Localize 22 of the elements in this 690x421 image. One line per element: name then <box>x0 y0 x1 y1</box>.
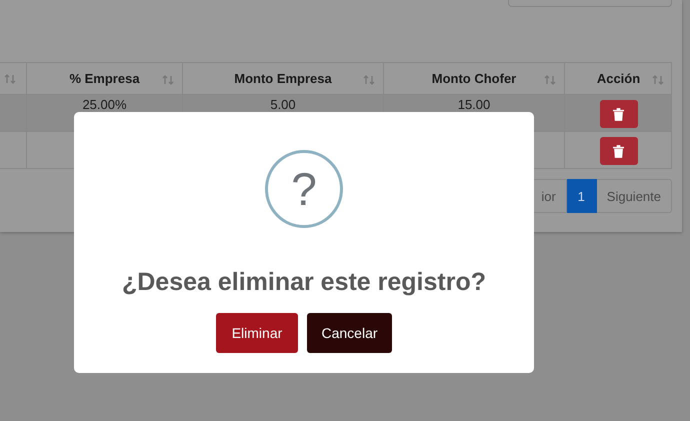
sort-icon[interactable] <box>162 75 174 85</box>
table-cell-text: 5.00 <box>270 98 296 114</box>
question-icon: ? <box>265 150 343 228</box>
table-cell-text: 25.00% <box>82 98 127 114</box>
cancel-button[interactable]: Cancelar <box>307 313 392 353</box>
page-button[interactable]: Siguiente <box>596 179 672 213</box>
trash-icon <box>613 144 624 158</box>
trash-icon <box>613 108 624 120</box>
column-header[interactable]: Monto Empresa <box>234 71 332 86</box>
delete-button[interactable] <box>600 137 638 165</box>
page-button[interactable]: 1 <box>566 179 597 213</box>
column-header[interactable]: Acción <box>596 71 640 86</box>
sort-icon[interactable] <box>652 75 664 85</box>
sort-icon[interactable] <box>544 75 556 85</box>
dialog-title: ¿Desea eliminar este registro? <box>122 268 486 297</box>
column-header[interactable]: Monto Chofer <box>432 71 516 86</box>
column-header[interactable]: % Empresa <box>69 71 140 86</box>
table-cell-text: 15.00 <box>458 98 490 114</box>
sort-icon[interactable] <box>363 75 375 85</box>
sort-icon[interactable] <box>4 74 16 84</box>
delete-button[interactable] <box>600 100 638 128</box>
delete-button[interactable]: Eliminar <box>216 313 298 353</box>
